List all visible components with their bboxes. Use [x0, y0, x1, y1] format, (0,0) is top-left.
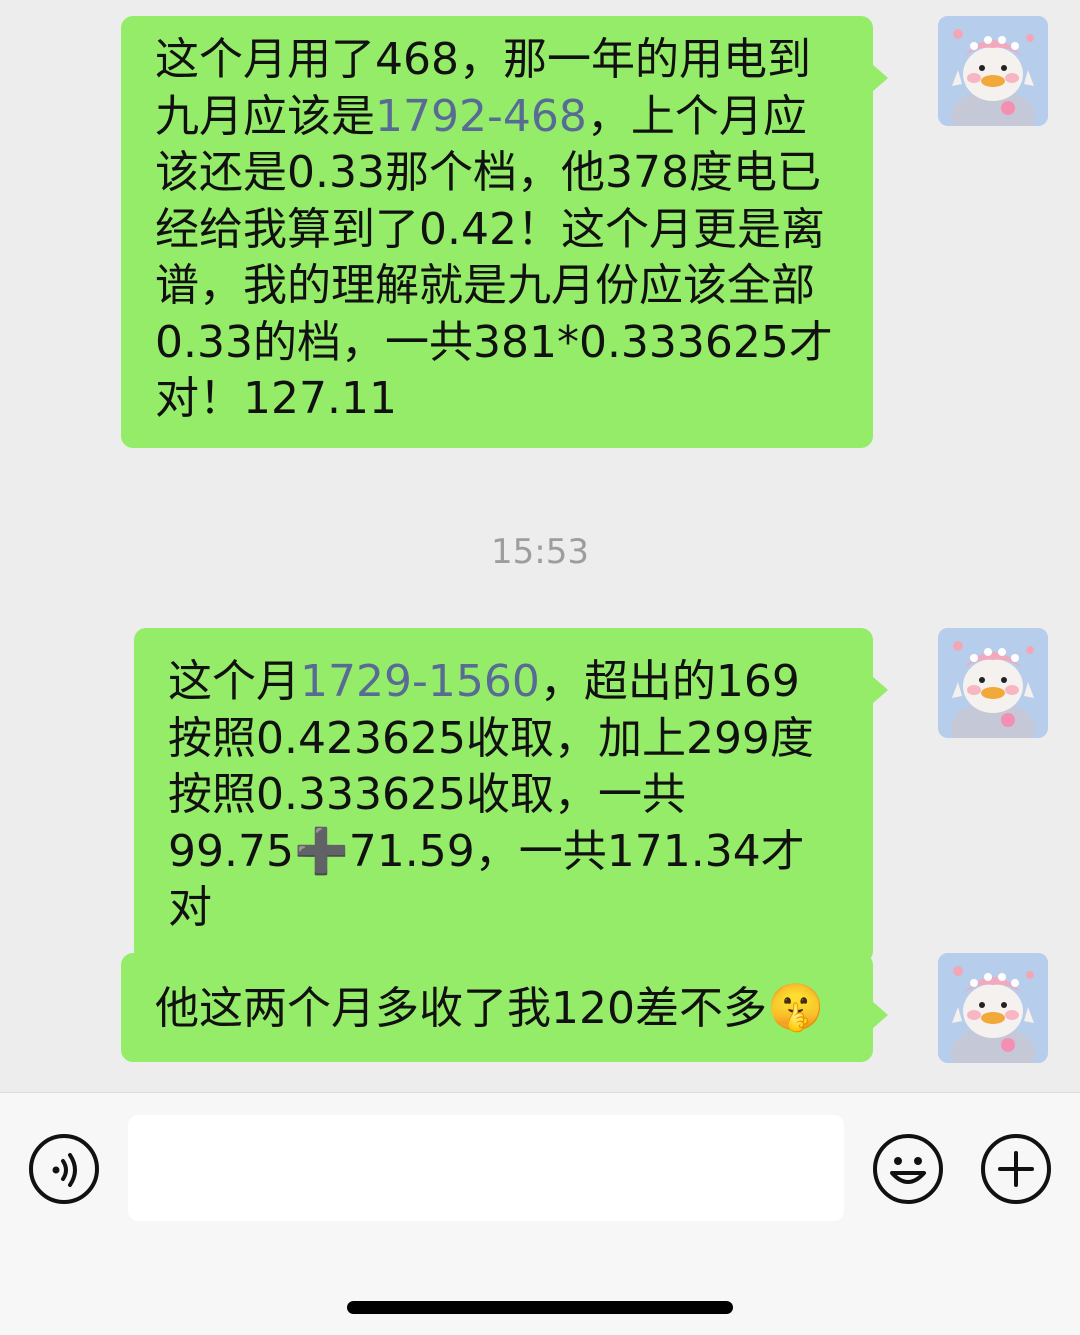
duck-avatar-image — [938, 953, 1048, 1063]
bubble-tail — [872, 1001, 888, 1029]
message-text: 这个月 — [168, 656, 300, 707]
emoji-button[interactable] — [872, 1133, 944, 1205]
bubble-tail — [872, 64, 888, 92]
avatar[interactable] — [938, 16, 1048, 126]
heavy-plus-icon: ➕ — [293, 825, 349, 877]
message-bubble[interactable]: 这个月1729-1560，超出的169按照0.423625收取，加上299度按照… — [134, 628, 888, 963]
more-button[interactable] — [980, 1133, 1052, 1205]
bubble-tail — [872, 676, 888, 704]
input-bar — [0, 1092, 1080, 1335]
avatar[interactable] — [938, 953, 1048, 1063]
message-input[interactable] — [128, 1115, 844, 1221]
duck-avatar-image — [938, 628, 1048, 738]
message-link[interactable]: 1729-1560 — [300, 656, 540, 707]
emoji-icon — [873, 1134, 943, 1204]
avatar[interactable] — [938, 628, 1048, 738]
plus-icon — [981, 1134, 1051, 1204]
message-link[interactable]: 1792-468 — [375, 91, 587, 142]
message-bubble[interactable]: 这个月用了468，那一年的用电到九月应该是1792-468，上个月应该还是0.3… — [121, 16, 888, 448]
shushing-face-emoji: 🤫 — [766, 980, 825, 1034]
duck-avatar-image — [938, 16, 1048, 126]
message-bubble[interactable]: 他这两个月多收了我120差不多🤫 — [121, 953, 888, 1062]
home-indicator — [347, 1301, 733, 1314]
message-text: 他这两个月多收了我120差不多 — [155, 983, 767, 1034]
voice-icon — [29, 1134, 99, 1204]
timestamp: 15:53 — [491, 532, 589, 572]
voice-button[interactable] — [28, 1133, 100, 1205]
chat-area[interactable]: 这个月用了468，那一年的用电到九月应该是1792-468，上个月应该还是0.3… — [0, 0, 1080, 1092]
